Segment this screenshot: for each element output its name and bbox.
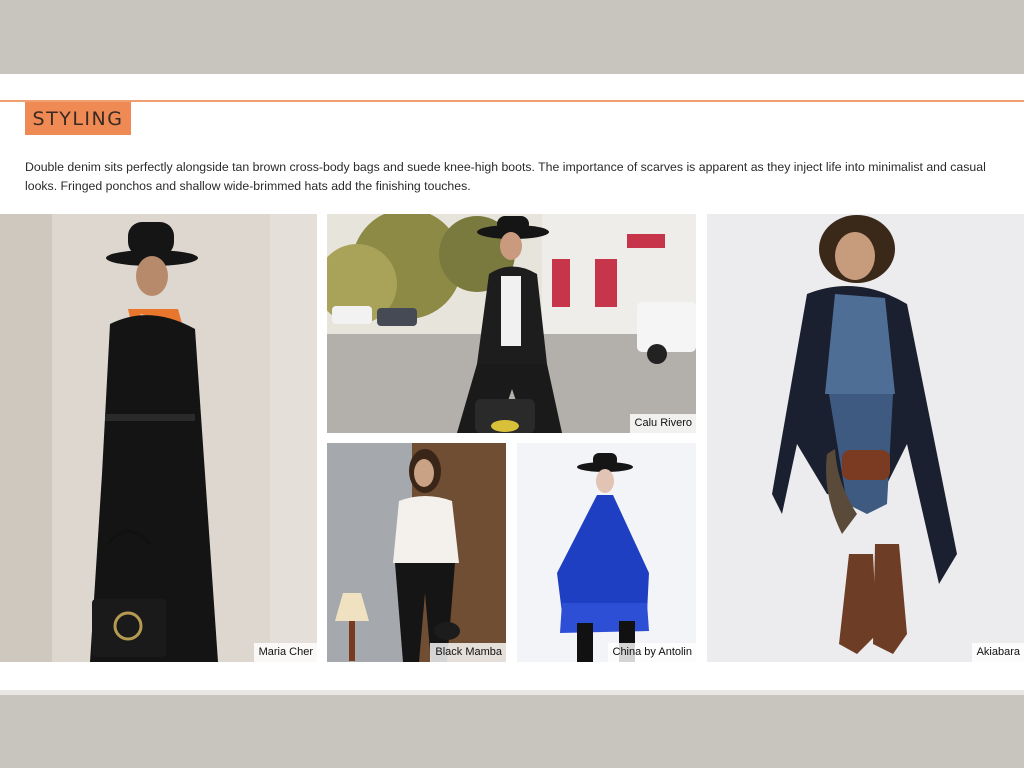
photo-calu-rivero[interactable]: Calu Rivero (327, 214, 696, 433)
photo-akiabara[interactable]: Akiabara (707, 214, 1024, 662)
photo-caption: Akiabara (971, 643, 1024, 662)
photo-china-by-antolin-image (517, 443, 696, 662)
intro-paragraph: Double denim sits perfectly alongside ta… (25, 160, 986, 193)
section-tag: STYLING (25, 102, 131, 135)
photo-calu-rivero-image (327, 214, 696, 433)
photo-caption: Black Mamba (430, 643, 506, 662)
photo-caption: Calu Rivero (629, 414, 696, 433)
photo-caption: China by Antolin (607, 643, 696, 662)
accent-rule (0, 100, 1024, 102)
photo-akiabara-image (707, 214, 1024, 662)
photo-black-mamba-image (327, 443, 506, 662)
section-tag-label: STYLING (32, 107, 124, 130)
photo-maria-cher-image (0, 214, 317, 662)
photo-caption: Maria Cher (253, 643, 317, 662)
photo-china-by-antolin[interactable]: China by Antolin (517, 443, 696, 662)
photo-maria-cher[interactable]: Maria Cher (0, 214, 317, 662)
styling-page: STYLING Double denim sits perfectly alon… (0, 74, 1024, 690)
photo-black-mamba[interactable]: Black Mamba (327, 443, 506, 662)
page-bottom-strip (0, 690, 1024, 695)
